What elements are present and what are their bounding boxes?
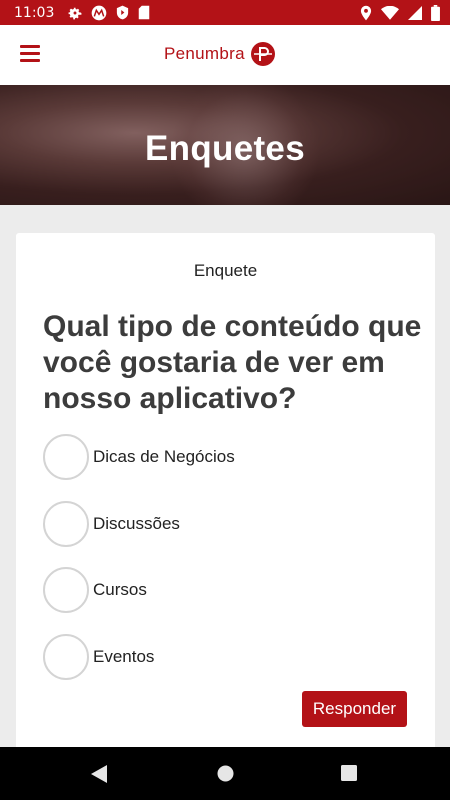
status-bar: 11:03	[0, 0, 450, 25]
back-icon[interactable]	[91, 765, 107, 788]
poll-question: Qual tipo de conteúdo que você gostaria …	[43, 310, 422, 415]
location-icon	[360, 5, 372, 21]
system-nav-bar	[0, 747, 450, 800]
signal-icon	[408, 5, 422, 20]
radio-button[interactable]	[43, 634, 89, 680]
sd-card-icon	[138, 5, 150, 20]
settings-gear-icon	[68, 6, 82, 20]
recents-icon[interactable]	[341, 765, 357, 786]
poll-label: Enquete	[193, 261, 258, 280]
option-label: Discussões	[93, 514, 180, 533]
shield-icon	[116, 5, 129, 20]
option-label: Dicas de Negócios	[93, 447, 235, 466]
option-label: Cursos	[93, 580, 147, 599]
penumbra-logo: Penumbra	[164, 42, 275, 66]
poll-option-dicas-de-negocios[interactable]: Dicas de Negócios	[43, 432, 403, 482]
wifi-icon	[381, 5, 399, 20]
poll-card: Enquete Qual tipo de conteúdo que você g…	[16, 233, 435, 753]
logo-text: Penumbra	[164, 44, 245, 63]
status-time: 11:03	[14, 4, 55, 21]
radio-button[interactable]	[43, 501, 89, 547]
radio-button[interactable]	[43, 567, 89, 613]
poll-option-eventos[interactable]: Eventos	[43, 632, 403, 682]
poll-option-cursos[interactable]: Cursos	[43, 565, 403, 615]
page-title: Enquetes	[145, 129, 305, 168]
poll-option-discussoes[interactable]: Discussões	[43, 499, 403, 549]
battery-icon	[431, 4, 440, 21]
hamburger-menu-icon[interactable]	[20, 45, 40, 63]
logo-mark-icon	[250, 42, 275, 66]
hero-banner: Enquetes	[0, 85, 450, 205]
radio-button[interactable]	[43, 434, 89, 480]
home-icon[interactable]	[217, 765, 234, 787]
app-bar: Penumbra	[0, 25, 450, 85]
submit-button[interactable]: Responder	[302, 691, 407, 727]
motorola-icon	[91, 5, 107, 21]
option-label: Eventos	[93, 647, 155, 666]
